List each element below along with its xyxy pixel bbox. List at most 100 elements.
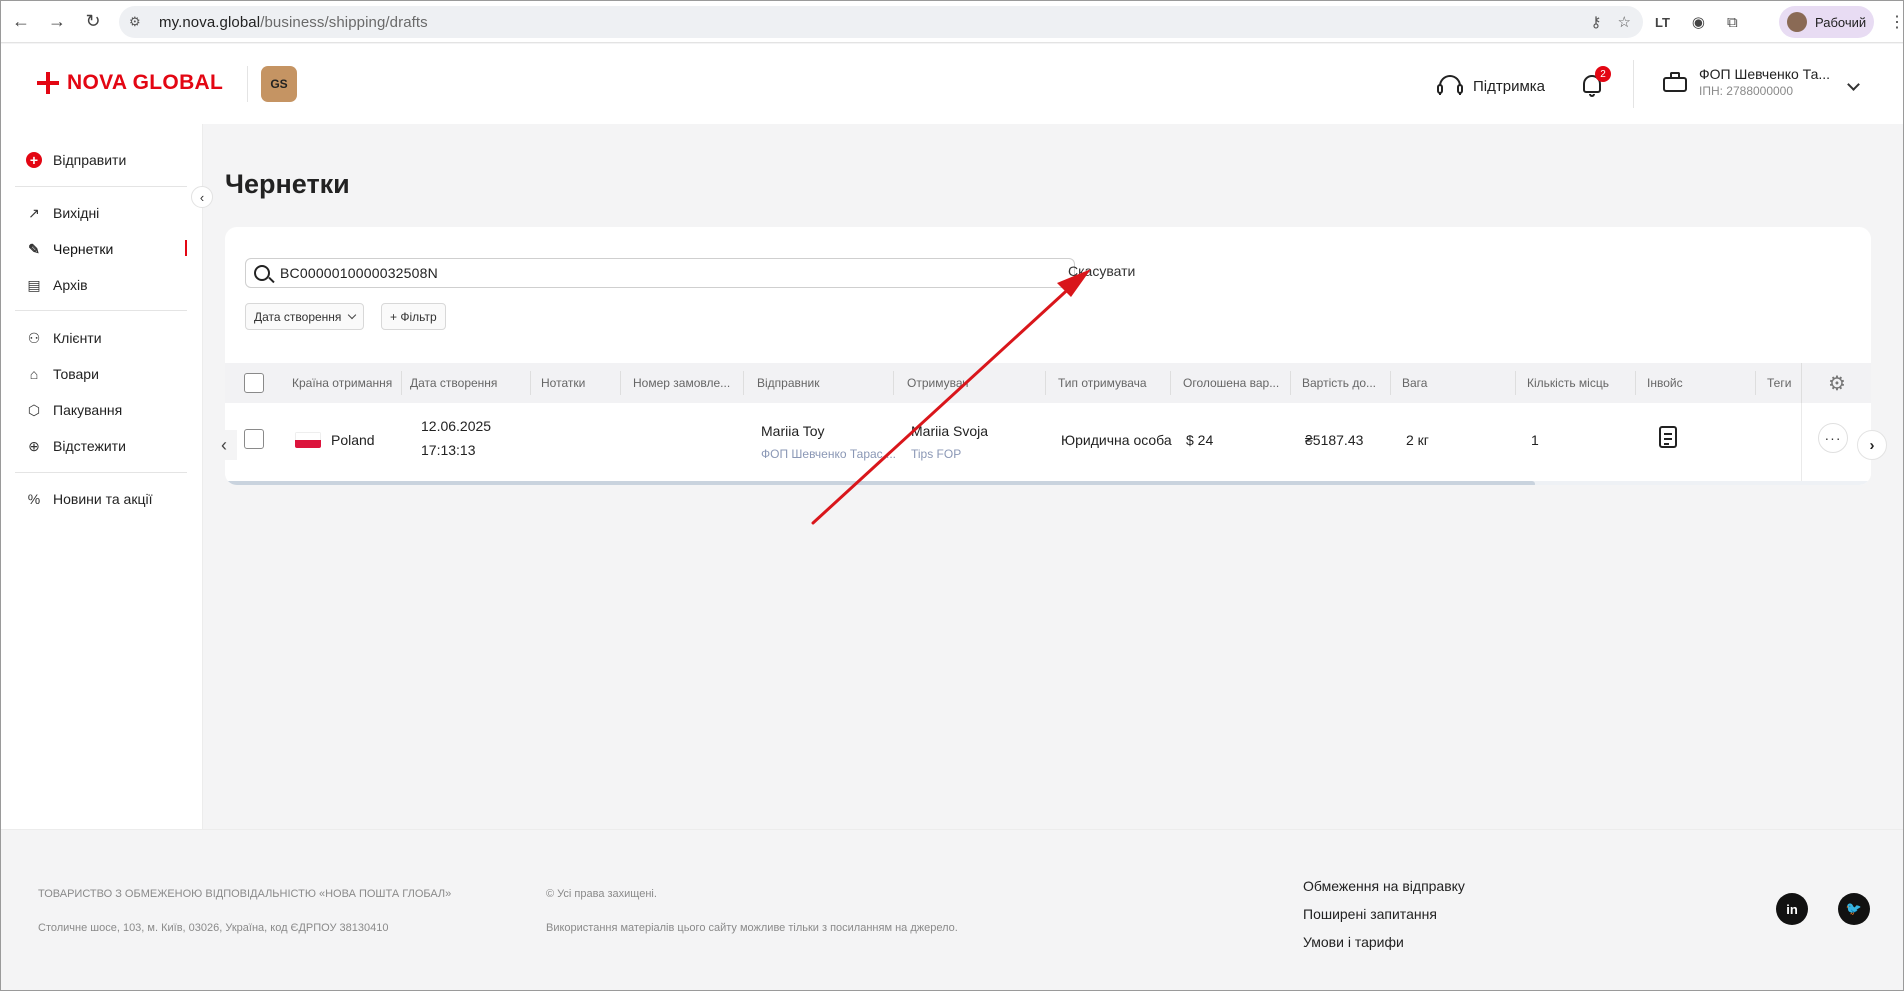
password-key-icon[interactable]: ⚷ bbox=[1591, 13, 1602, 31]
scroll-right-button[interactable]: › bbox=[1857, 430, 1887, 460]
browser-toolbar: ← → ↻ ⚙ my.nova.global/business/shipping… bbox=[1, 1, 1903, 43]
chevron-down-icon bbox=[348, 310, 357, 320]
column-header[interactable]: Вартість до... bbox=[1302, 363, 1384, 403]
page-frame: ← → ↻ ⚙ my.nova.global/business/shipping… bbox=[0, 0, 1904, 991]
logo-mark-icon bbox=[37, 72, 59, 94]
chevron-down-icon[interactable] bbox=[1847, 78, 1860, 91]
account-divider bbox=[1633, 60, 1634, 108]
sidebar-item-archive[interactable]: ▤ Архів bbox=[25, 273, 87, 297]
support-label: Підтримка bbox=[1473, 77, 1546, 95]
gs-badge[interactable]: GS bbox=[261, 66, 297, 102]
account-inn: ІПН: 2788000000 bbox=[1699, 84, 1794, 98]
sidebar-item-news[interactable]: % Новини та акції bbox=[25, 487, 153, 511]
scroll-left-button[interactable]: ‹ bbox=[211, 430, 237, 460]
sidebar-item-goods[interactable]: ⌂ Товари bbox=[25, 362, 99, 386]
url-text: my.nova.global/business/shipping/drafts bbox=[159, 13, 428, 31]
sidebar-item-outgoing[interactable]: ↗ Вихідні bbox=[25, 201, 99, 225]
table-row[interactable]: Poland 12.06.2025 17:13:13 Mariia Toy ФО… bbox=[225, 403, 1871, 481]
sticky-actions-header: ⚙ bbox=[1801, 363, 1871, 403]
extensions-puzzle-icon[interactable]: ⧉ bbox=[1727, 14, 1738, 31]
cell-sender-company: ФОП Шевченко Тарас ... bbox=[761, 447, 897, 461]
footer-link-restrictions[interactable]: Обмеження на відправку bbox=[1303, 878, 1465, 894]
nova-global-logo[interactable]: NOVA GLOBAL bbox=[37, 71, 223, 95]
scrollbar-thumb[interactable] bbox=[225, 481, 1535, 485]
forward-icon[interactable]: → bbox=[43, 8, 71, 36]
column-header[interactable]: Отримувач bbox=[907, 363, 969, 403]
row-checkbox[interactable] bbox=[244, 429, 264, 449]
column-header[interactable]: Теги bbox=[1767, 363, 1799, 403]
column-header[interactable]: Кількість місць bbox=[1527, 363, 1627, 403]
support-button[interactable]: Підтримка bbox=[1437, 74, 1545, 98]
date-created-filter[interactable]: Дата створення bbox=[245, 303, 365, 330]
avatar bbox=[1787, 12, 1807, 32]
page-title: Чернетки bbox=[225, 169, 350, 199]
cell-country: Poland bbox=[331, 432, 375, 448]
header-divider bbox=[247, 66, 248, 102]
extension-lt-icon[interactable]: LT bbox=[1655, 15, 1670, 30]
app-header: NOVA GLOBAL GS Підтримка 2 ФОП Шевченко bbox=[1, 44, 1903, 124]
logo-text: NOVA GLOBAL bbox=[67, 71, 224, 94]
browser-menu-icon[interactable]: ⋮ bbox=[1889, 12, 1903, 32]
users-icon: ⚇ bbox=[27, 329, 41, 346]
headset-icon bbox=[1437, 74, 1463, 98]
column-header[interactable]: Оголошена вар... bbox=[1183, 363, 1285, 403]
cell-sender-name: Mariia Toy bbox=[761, 423, 825, 439]
poland-flag-icon bbox=[295, 432, 321, 448]
gear-icon[interactable]: ⚙ bbox=[1826, 372, 1848, 395]
column-header[interactable]: Інвойс bbox=[1647, 363, 1707, 403]
bookmark-star-icon[interactable]: ☆ bbox=[1618, 13, 1631, 31]
chevron-right-icon: › bbox=[1869, 436, 1875, 454]
camera-icon[interactable]: ◉ bbox=[1692, 13, 1705, 31]
drafts-card: BC0000010000032508N Скасувати Дата створ… bbox=[225, 227, 1871, 485]
active-indicator bbox=[185, 240, 187, 256]
invoice-icon[interactable] bbox=[1659, 426, 1677, 448]
column-header[interactable]: Номер замовле... bbox=[633, 363, 745, 403]
back-icon[interactable]: ← bbox=[7, 8, 35, 36]
column-header[interactable]: Вага bbox=[1402, 363, 1462, 403]
cell-declared-value: $ 24 bbox=[1186, 432, 1214, 448]
search-icon bbox=[254, 265, 270, 281]
search-value: BC0000010000032508N bbox=[280, 265, 438, 281]
arrow-up-right-icon: ↗ bbox=[28, 204, 40, 221]
column-header[interactable]: Нотатки bbox=[541, 363, 601, 403]
sidebar-divider bbox=[15, 310, 187, 311]
sidebar-item-drafts[interactable]: ✎ Чернетки bbox=[25, 237, 113, 261]
reload-icon[interactable]: ↻ bbox=[79, 8, 107, 36]
row-more-button[interactable]: ··· bbox=[1818, 423, 1848, 453]
add-filter-button[interactable]: + Фільтр bbox=[381, 303, 446, 330]
crosshair-icon: ⊕ bbox=[28, 437, 40, 454]
archive-box-icon: ▤ bbox=[27, 276, 41, 293]
column-header[interactable]: Дата створення bbox=[410, 363, 510, 403]
column-header[interactable]: Відправник bbox=[757, 363, 837, 403]
cell-delivery-cost: ₴5187.43 bbox=[1305, 432, 1364, 448]
profile-button[interactable]: Рабочий bbox=[1779, 6, 1874, 38]
plus-circle-icon: + bbox=[26, 152, 42, 168]
sidebar-item-packaging[interactable]: ⬡ Пакування bbox=[25, 398, 122, 422]
footer-link-faq[interactable]: Поширені запитання bbox=[1303, 906, 1437, 922]
cancel-search-link[interactable]: Скасувати bbox=[1068, 263, 1135, 279]
footer-link-terms[interactable]: Умови і тарифи bbox=[1303, 934, 1404, 950]
notifications-button[interactable]: 2 bbox=[1581, 66, 1611, 98]
sidebar: + Відправити ↗ Вихідні ✎ Чернетки ▤ Архі… bbox=[1, 124, 203, 829]
account-name: ФОП Шевченко Та... bbox=[1699, 66, 1831, 82]
cell-places: 1 bbox=[1531, 432, 1539, 448]
column-header[interactable]: Країна отримання bbox=[292, 363, 392, 403]
sidebar-divider bbox=[15, 472, 187, 473]
select-all-checkbox[interactable] bbox=[244, 373, 264, 393]
chevron-left-icon: ‹ bbox=[199, 189, 205, 205]
site-info-icon[interactable]: ⚙ bbox=[129, 14, 149, 30]
account-switcher[interactable]: ФОП Шевченко Та... ІПН: 2788000000 bbox=[1663, 66, 1830, 98]
cell-date: 12.06.2025 bbox=[421, 418, 492, 434]
table-header: Країна отримання Дата створення Нотатки … bbox=[225, 363, 1871, 403]
column-header[interactable]: Тип отримувача bbox=[1058, 363, 1158, 403]
sidebar-item-send[interactable]: + Відправити bbox=[25, 148, 126, 172]
twitter-icon[interactable]: 🐦 bbox=[1838, 893, 1870, 925]
address-bar[interactable]: ⚙ my.nova.global/business/shipping/draft… bbox=[119, 6, 1643, 38]
sidebar-item-tracking[interactable]: ⊕ Відстежити bbox=[25, 434, 126, 458]
search-input[interactable]: BC0000010000032508N bbox=[245, 258, 1075, 288]
sidebar-collapse-button[interactable]: ‹ bbox=[191, 186, 213, 208]
sidebar-item-clients[interactable]: ⚇ Клієнти bbox=[25, 326, 102, 350]
footer-address: Столичне шосе, 103, м. Київ, 03026, Укра… bbox=[38, 922, 389, 934]
footer: ТОВАРИСТВО З ОБМЕЖЕНОЮ ВІДПОВІДАЛЬНІСТЮ … bbox=[1, 829, 1903, 990]
linkedin-icon[interactable]: in bbox=[1776, 893, 1808, 925]
